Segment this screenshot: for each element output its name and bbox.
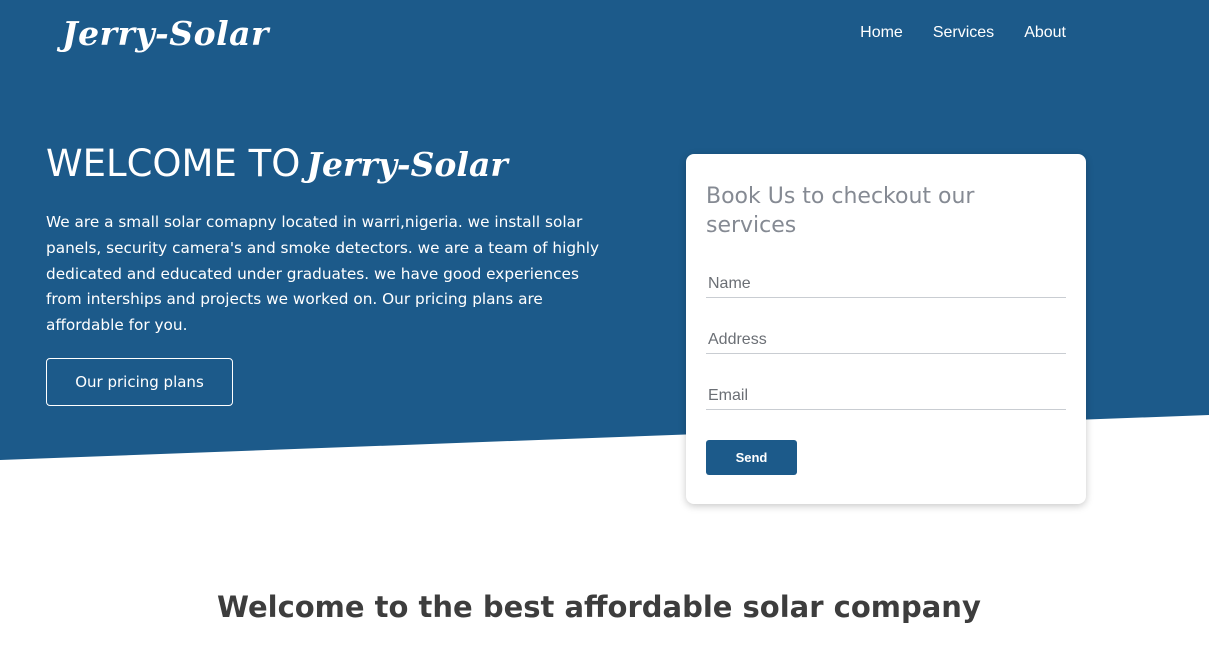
booking-card: Book Us to checkout our services Send: [686, 154, 1086, 504]
pricing-plans-button[interactable]: Our pricing plans: [46, 358, 233, 406]
name-input[interactable]: [706, 270, 1066, 298]
email-input[interactable]: [706, 382, 1066, 410]
booking-card-title: Book Us to checkout our services: [706, 184, 975, 238]
nav-item-home[interactable]: Home: [860, 24, 903, 42]
page: Jerry-Solar Home Services About WELCOME …: [0, 0, 1209, 652]
section-title: Welcome to the best affordable solar com…: [217, 590, 981, 624]
main-nav: Home Services About: [860, 24, 1066, 42]
hero-title: WELCOME TO Jerry-Solar: [46, 142, 508, 185]
hero-title-brand: Jerry-Solar: [306, 145, 508, 184]
hero-description: We are a small solar comapny located in …: [46, 213, 600, 335]
send-button[interactable]: Send: [706, 440, 797, 475]
nav-item-about[interactable]: About: [1024, 24, 1066, 42]
hero-title-prefix: WELCOME TO: [46, 142, 301, 185]
brand-logo[interactable]: Jerry-Solar: [62, 14, 269, 53]
nav-item-services[interactable]: Services: [933, 24, 994, 42]
address-input[interactable]: [706, 326, 1066, 354]
